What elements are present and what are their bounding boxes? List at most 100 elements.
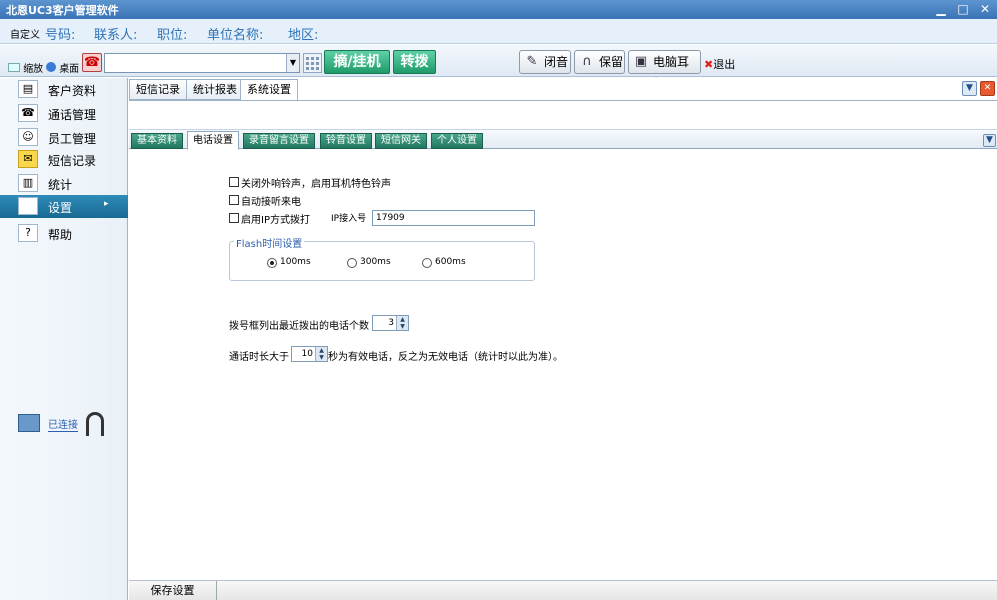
exit-button[interactable]: ✖退出: [704, 56, 735, 72]
help-icon: ?: [18, 224, 38, 242]
tab-stats-report[interactable]: 统计报表: [186, 79, 244, 100]
headset-icon: ∩: [582, 54, 592, 69]
staff-icon: ☺: [18, 128, 38, 146]
valid-call-duration-stepper[interactable]: 10 ▲ ▼: [291, 346, 328, 362]
phone-number-label: 号码:: [45, 28, 76, 43]
valid-call-prefix-label: 通话时长大于: [229, 352, 289, 363]
valid-call-duration-value: 10: [301, 349, 313, 359]
mute-label: 闭音: [544, 55, 569, 69]
ip-prefix-input[interactable]: 17909: [372, 210, 535, 226]
ip-dial-checkbox[interactable]: [229, 213, 239, 223]
computer-icon: ▣: [634, 54, 648, 69]
sidebar-item-help[interactable]: ? 帮助: [0, 222, 128, 245]
save-settings-button[interactable]: 保存设置: [129, 581, 217, 600]
recent-count-value: 3: [388, 318, 394, 328]
flash-100ms-radio[interactable]: [267, 258, 277, 268]
shrink-icon: [8, 63, 20, 72]
subtab-phone-settings[interactable]: 电话设置: [187, 131, 239, 150]
chevron-down-icon[interactable]: ▼: [286, 54, 299, 72]
contact-label: 联系人:: [94, 28, 138, 43]
mute-icon: ✎: [526, 54, 538, 69]
close-tab-icon[interactable]: ✕: [980, 81, 995, 96]
sidebar-item-customers[interactable]: ▤ 客户资料: [0, 78, 128, 101]
sidebar-item-stats[interactable]: ▥ 统计: [0, 172, 128, 195]
keypad-icon[interactable]: [303, 53, 322, 73]
sidebar-item-settings[interactable]: ✎ 设置 ▸: [0, 195, 128, 218]
close-ring-checkbox[interactable]: [229, 177, 239, 187]
sidebar-item-label: 员工管理: [48, 132, 97, 146]
bar-chart-icon: ▥: [18, 174, 38, 192]
pickup-hangup-button[interactable]: 摘/挂机: [324, 50, 390, 74]
subtab-ringtone-settings[interactable]: 铃音设置: [320, 133, 372, 149]
dial-number-combo[interactable]: ▼: [104, 53, 300, 73]
subtab-recording-settings[interactable]: 录音留言设置: [243, 133, 315, 149]
sidebar-item-label: 通话管理: [48, 108, 97, 122]
spinner-arrows-icon[interactable]: ▲ ▼: [396, 316, 408, 330]
auto-answer-label: 自动接听来电: [241, 197, 301, 208]
minimize-button[interactable]: ▁: [932, 1, 950, 17]
close-button[interactable]: ✕: [976, 1, 994, 17]
flash-time-legend: Flash时间设置: [234, 235, 305, 250]
ip-dial-label: 启用IP方式拨打: [241, 215, 310, 226]
headset-icon: [86, 412, 104, 436]
pc-headset-button[interactable]: ▣ 电脑耳机: [628, 50, 701, 91]
app-title: 北恩UC3客户管理软件: [6, 4, 119, 17]
customer-card-icon: ▤: [18, 80, 38, 98]
desktop-button[interactable]: 桌面: [46, 60, 79, 75]
sidebar-item-staff[interactable]: ☺ 员工管理: [0, 126, 128, 149]
sidebar-item-label: 设置: [48, 201, 73, 215]
sidebar-item-calls[interactable]: ☎ 通话管理: [0, 102, 128, 125]
company-label: 单位名称:: [207, 28, 264, 43]
flash-100ms-label: 100ms: [280, 257, 311, 267]
dropdown-icon[interactable]: ▼: [962, 81, 977, 96]
desktop-icon: [46, 62, 56, 72]
mute-button[interactable]: ✎ 闭音: [519, 50, 571, 74]
subtab-basic-info[interactable]: 基本资料: [131, 133, 183, 149]
title-bar: 北恩UC3客户管理软件 ▁ □ ✕: [0, 0, 997, 19]
sidebar-item-label: 统计: [48, 178, 73, 192]
spinner-arrows-icon[interactable]: ▲ ▼: [315, 347, 327, 361]
hold-button[interactable]: ∩ 保留: [574, 50, 625, 74]
call-record-icon: ☎: [18, 104, 38, 122]
exit-label: 退出: [713, 58, 736, 71]
phone-icon[interactable]: ☎: [82, 53, 102, 72]
main-panel: [129, 78, 997, 600]
hold-label: 保留: [599, 55, 624, 69]
bottom-bar: [129, 580, 997, 600]
connection-status-text: 已连接: [48, 416, 78, 432]
position-label: 职位:: [157, 28, 188, 43]
desktop-label: 桌面: [59, 64, 80, 75]
envelope-icon: ✉: [18, 150, 38, 168]
chevron-right-icon: ▸: [104, 199, 109, 209]
tab-divider: [129, 100, 997, 101]
tab-sms-records[interactable]: 短信记录: [129, 79, 187, 100]
exit-icon: ✖: [704, 58, 714, 71]
valid-call-suffix-label: 秒为有效电话，反之为无效电话（统计时以此为准）。: [328, 352, 563, 363]
recent-count-stepper[interactable]: 3 ▲ ▼: [372, 315, 409, 331]
flash-300ms-label: 300ms: [360, 257, 391, 267]
custom-button[interactable]: 自定义: [10, 26, 40, 41]
flash-600ms-label: 600ms: [435, 257, 466, 267]
auto-answer-checkbox[interactable]: [229, 195, 239, 205]
contact-info-bar: 自定义 号码: 联系人: 职位: 单位名称: 地区:: [0, 19, 997, 44]
region-label: 地区:: [288, 28, 319, 43]
computer-icon: [18, 414, 40, 432]
subtab-dropdown-icon[interactable]: ▼: [983, 134, 996, 147]
sidebar-item-sms[interactable]: ✉ 短信记录: [0, 148, 128, 171]
transfer-button[interactable]: 转拨: [393, 50, 436, 74]
pencil-settings-icon: ✎: [18, 197, 38, 215]
sidebar-item-label: 短信记录: [48, 154, 97, 168]
maximize-button[interactable]: □: [954, 1, 972, 17]
close-ring-label: 关闭外响铃声，启用耳机特色铃声: [241, 179, 391, 190]
sidebar-item-label: 客户资料: [48, 84, 97, 98]
ip-prefix-label: IP接入号: [331, 214, 367, 224]
flash-600ms-radio[interactable]: [422, 258, 432, 268]
shrink-button[interactable]: 缩放: [8, 60, 43, 75]
shrink-label: 缩放: [23, 64, 44, 75]
flash-300ms-radio[interactable]: [347, 258, 357, 268]
subtab-personal-settings[interactable]: 个人设置: [431, 133, 483, 149]
sidebar-item-label: 帮助: [48, 228, 73, 242]
recent-count-label: 拨号框列出最近拨出的电话个数: [229, 321, 369, 332]
tab-system-settings[interactable]: 系统设置: [240, 79, 298, 101]
subtab-sms-gateway[interactable]: 短信网关: [375, 133, 427, 149]
